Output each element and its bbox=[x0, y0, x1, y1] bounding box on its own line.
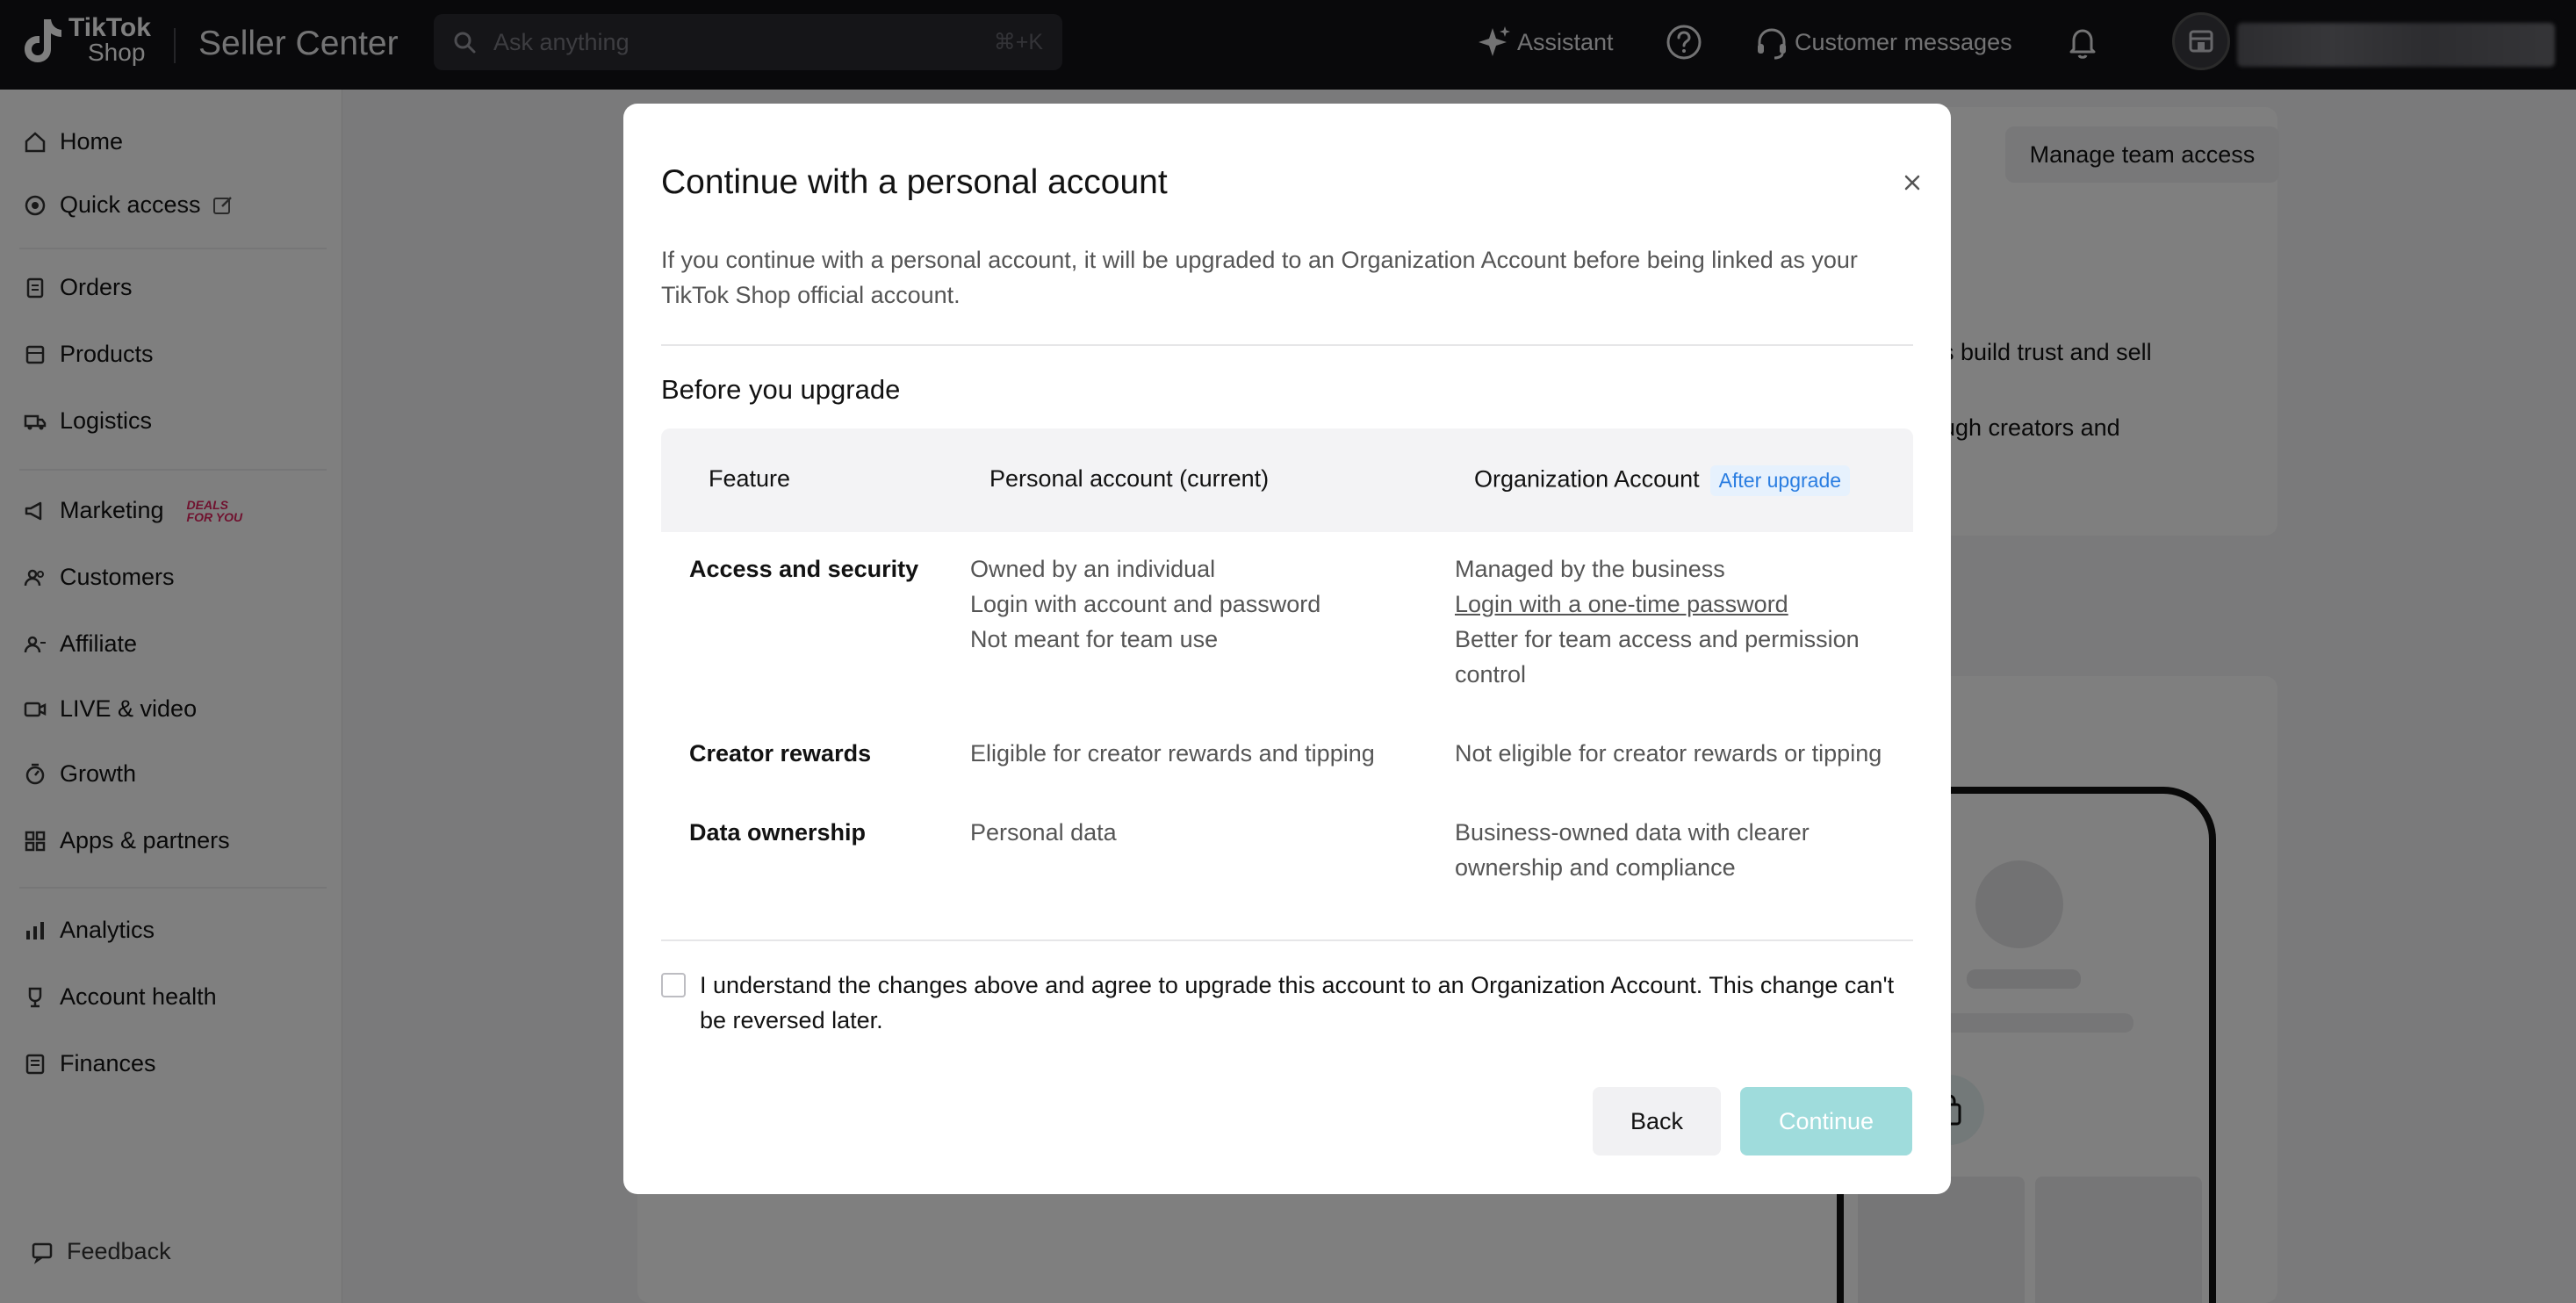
header-organization: Organization Account After upgrade bbox=[1474, 465, 1851, 496]
upgrade-dialog: Continue with a personal account If you … bbox=[623, 104, 1951, 1194]
one-time-password-link[interactable]: Login with a one-time password bbox=[1455, 587, 1911, 622]
header-personal: Personal account (current) bbox=[989, 465, 1270, 492]
cell-line: Eligible for creator rewards and tipping bbox=[970, 740, 1375, 767]
header-feature: Feature bbox=[709, 465, 791, 492]
agreement-row: I understand the changes above and agree… bbox=[661, 968, 1913, 1038]
dialog-divider bbox=[661, 939, 1913, 941]
continue-button[interactable]: Continue bbox=[1740, 1087, 1912, 1155]
cell-line: Business-owned data with clearer ownersh… bbox=[1455, 819, 1810, 881]
cell-line: Better for team access and permission co… bbox=[1455, 626, 1860, 687]
after-upgrade-badge: After upgrade bbox=[1709, 465, 1851, 496]
agreement-checkbox[interactable] bbox=[661, 973, 686, 997]
cell-line: Not eligible for creator rewards or tipp… bbox=[1455, 740, 1882, 767]
cell-organization: Managed by the business Login with a one… bbox=[1455, 551, 1911, 692]
cell-feature: Creator rewards bbox=[689, 740, 872, 767]
cell-organization: Business-owned data with clearer ownersh… bbox=[1455, 815, 1911, 885]
cell-feature: Data ownership bbox=[689, 819, 867, 846]
section-title: Before you upgrade bbox=[661, 374, 901, 405]
cell-line: Owned by an individual bbox=[970, 556, 1216, 582]
cell-line: Personal data bbox=[970, 819, 1117, 846]
close-icon bbox=[1904, 175, 1920, 191]
comparison-table: Feature Personal account (current) Organ… bbox=[661, 428, 1913, 881]
agreement-text[interactable]: I understand the changes above and agree… bbox=[700, 968, 1913, 1038]
cell-personal: Owned by an individual Login with accoun… bbox=[970, 551, 1320, 657]
close-button[interactable] bbox=[1895, 165, 1930, 200]
dialog-title: Continue with a personal account bbox=[661, 163, 1168, 201]
header-organization-label: Organization Account bbox=[1474, 465, 1700, 493]
cell-personal: Eligible for creator rewards and tipping bbox=[970, 736, 1375, 771]
cell-line: Login with account and password bbox=[970, 591, 1321, 617]
cell-line: Not meant for team use bbox=[970, 626, 1219, 652]
cell-personal: Personal data bbox=[970, 815, 1117, 850]
dialog-divider bbox=[661, 344, 1913, 346]
cell-feature: Access and security bbox=[689, 556, 919, 582]
back-button[interactable]: Back bbox=[1593, 1087, 1721, 1155]
cell-line: Managed by the business bbox=[1455, 556, 1725, 582]
dialog-description: If you continue with a personal account,… bbox=[661, 247, 1858, 308]
table-header: Feature Personal account (current) Organ… bbox=[661, 428, 1913, 532]
cell-organization: Not eligible for creator rewards or tipp… bbox=[1455, 736, 1911, 771]
